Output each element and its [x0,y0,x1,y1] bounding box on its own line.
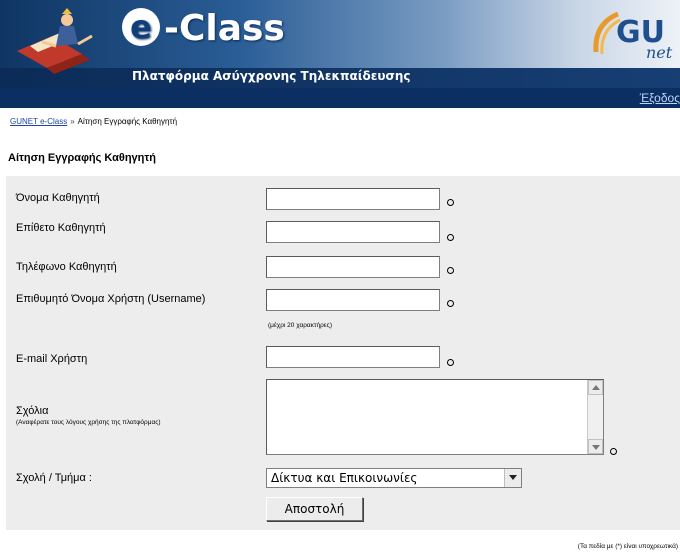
chevron-down-icon [509,475,517,480]
comments-scrollbar[interactable] [587,380,603,454]
username-label: Επιθυμητό Όνομα Χρήστη (Username) [16,293,206,305]
required-marker [447,267,454,274]
registration-form: Όνομα Καθηγητή Επίθετο Καθηγητή Τηλέφωνο… [6,176,680,530]
comments-textarea[interactable] [266,379,604,455]
scroll-up-icon [592,385,600,390]
required-marker [447,300,454,307]
page-title: Αίτηση Εγγραφής Καθηγητή [8,152,157,164]
required-marker [447,234,454,241]
logout-link[interactable]: Έξοδος [640,91,680,105]
phone-input[interactable] [266,256,440,278]
required-marker [610,448,617,455]
last-name-label: Επίθετο Καθηγητή [16,222,106,234]
breadcrumb-current: Αίτηση Εγγραφής Καθηγητή [77,117,178,126]
breadcrumb-separator: » [70,117,75,126]
email-label: E-mail Χρήστη [16,353,88,365]
phone-label: Τηλέφωνο Καθηγητή [16,261,117,273]
required-marker [447,199,454,206]
gunet-logo: GU net [593,11,673,62]
department-selected-value: Δίκτυα και Επικοινωνίες [271,471,418,485]
submit-button[interactable]: Αποστολή [266,497,363,521]
logo-text: -Class [164,8,285,49]
scroll-down-button[interactable] [588,439,603,454]
email-input[interactable] [266,346,440,368]
first-name-label: Όνομα Καθηγητή [16,192,100,204]
eclass-mascot-icon [17,8,93,74]
username-input[interactable] [266,289,440,311]
last-name-input[interactable] [266,221,440,243]
required-fields-note: (Τα πεδία με (*) είναι υποχρεωτικά) [577,543,678,550]
department-label: Σχολή / Τμήμα : [16,472,92,484]
required-marker [447,359,454,366]
username-hint: (μέχρι 20 χαρακτήρες) [268,322,332,329]
department-dropdown-button[interactable] [504,469,521,487]
comments-label: Σχόλια [16,405,49,417]
scroll-up-button[interactable] [588,380,603,395]
header: e -Class Πλατφόρμα Ασύγχρονης Τηλεκπαίδευ… [0,0,680,88]
logo-letter: e [122,8,160,46]
eclass-logo: e -Class [122,8,285,49]
department-select[interactable]: Δίκτυα και Επικοινωνίες [266,468,522,488]
breadcrumb: GUNET e-Class» Αίτηση Εγγραφής Καθηγητή [10,117,177,126]
scroll-down-icon [592,445,600,450]
comments-hint: (Αναφέρατε τους λόγους χρήσης της πλατφό… [16,419,161,426]
navbar: Έξοδος [0,88,680,108]
first-name-input[interactable] [266,188,440,210]
gunet-logo-subtext: net [646,43,673,62]
breadcrumb-home-link[interactable]: GUNET e-Class [10,117,67,126]
comments-label-group: Σχόλια (Αναφέρατε τους λόγους χρήσης της… [16,405,161,426]
platform-title: Πλατφόρμα Ασύγχρονης Τηλεκπαίδευσης [132,69,411,83]
